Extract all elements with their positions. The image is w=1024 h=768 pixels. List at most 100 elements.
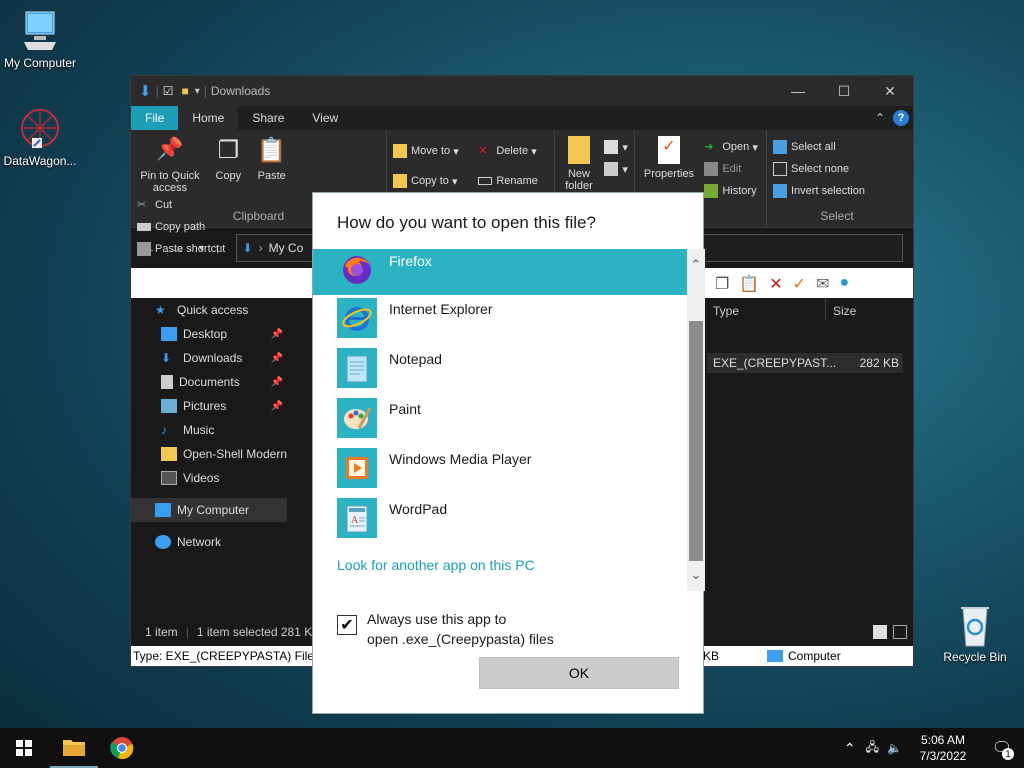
new-item-button[interactable]: ▾ [604, 136, 628, 158]
details-view-icon[interactable] [873, 625, 887, 639]
sidebar-item-documents[interactable]: Documents 📌 [131, 370, 287, 394]
file-row[interactable]: EXE_(CREEPYPAST... 282 KB [707, 353, 903, 373]
tab-share[interactable]: Share [238, 106, 298, 130]
copy-button[interactable]: ❐ Copy [210, 136, 246, 182]
star-icon: ★ [155, 303, 166, 317]
app-list-scrollbar[interactable]: ⌃ ⌄ [687, 249, 705, 591]
new-folder-button[interactable]: New folder [561, 136, 597, 192]
documents-icon [161, 375, 173, 389]
action-center-button[interactable]: 🗨 1 [980, 728, 1024, 768]
sidebar-item-quick-access[interactable]: ★ Quick access [131, 298, 287, 322]
scroll-down-icon[interactable]: ⌄ [687, 567, 705, 583]
copy-tool-icon[interactable]: ❐ [715, 274, 729, 294]
sidebar-item-pictures[interactable]: Pictures 📌 [131, 394, 287, 418]
computer-icon [155, 503, 171, 517]
sidebar-item-open-shell[interactable]: Open-Shell Modern [131, 442, 287, 466]
app-item-firefox[interactable]: Firefox [313, 249, 687, 295]
dialog-title: How do you want to open this file? [337, 213, 596, 232]
app-item-notepad[interactable]: Notepad [313, 345, 687, 395]
copy-icon: ❐ [217, 137, 240, 164]
sidebar-item-my-computer[interactable]: My Computer [131, 498, 287, 522]
select-none-icon [773, 162, 787, 176]
firefox-icon [337, 249, 377, 289]
sidebar-item-network[interactable]: Network [131, 530, 287, 554]
desktop-icon-datawagon[interactable]: DataWagon... [0, 108, 80, 168]
tab-file[interactable]: File [131, 106, 179, 130]
history-icon [704, 184, 719, 198]
select-all-button[interactable]: Select all [773, 136, 901, 158]
delete-tool-icon[interactable]: ✕ [769, 274, 782, 294]
properties-button[interactable]: ✓ Properties [641, 136, 697, 180]
invert-selection-button[interactable]: Invert selection [773, 180, 901, 202]
show-hidden-icons-chevron-icon[interactable]: ⌃ [844, 740, 856, 757]
app-list: Firefox Internet Explorer Notepad Paint … [313, 249, 687, 595]
open-icon: ➜ [704, 141, 714, 153]
pin-icon: 📌 [270, 400, 283, 412]
sidebar-item-music[interactable]: ♪ Music [131, 418, 287, 442]
history-button[interactable]: History [704, 180, 758, 202]
check-tool-icon[interactable]: ✓ [793, 274, 806, 294]
scrollbar-thumb[interactable] [689, 321, 703, 561]
desktop-icon-my-computer[interactable]: My Computer [0, 10, 80, 70]
taskbar-chrome[interactable] [98, 728, 146, 768]
help-icon[interactable]: ? [893, 110, 909, 126]
scroll-up-icon[interactable]: ⌃ [687, 257, 705, 273]
taskbar-file-explorer[interactable] [50, 728, 98, 768]
paste-shortcut-button[interactable]: Paste shortcut [137, 238, 225, 260]
sidebar-item-downloads[interactable]: ⬇ Downloads 📌 [131, 346, 287, 370]
recycle-bin-icon [961, 607, 989, 647]
app-item-wordpad[interactable]: A WordPad [313, 495, 687, 545]
select-group: Select all Select none Invert selection … [767, 130, 907, 227]
clock[interactable]: 5:06 AM 7/3/2022 [906, 732, 980, 764]
system-tray: ⌃ 🖧 🔈 5:06 AM 7/3/2022 🗨 1 [844, 728, 1024, 768]
sidebar-item-desktop[interactable]: Desktop 📌 [131, 322, 287, 346]
paste-tool-icon[interactable]: 📋 [739, 274, 759, 294]
volume-icon[interactable]: 🔈 [887, 741, 902, 755]
column-type[interactable]: Type [713, 304, 739, 318]
ok-button[interactable]: OK [479, 657, 679, 689]
pin-to-quick-access-button[interactable]: 📌 Pin to Quick access [137, 136, 203, 194]
select-none-button[interactable]: Select none [773, 158, 901, 180]
look-for-another-app-link[interactable]: Look for another app on this PC [337, 557, 535, 573]
folder-quick-icon[interactable]: ■ [181, 84, 188, 98]
large-icons-view-icon[interactable] [893, 625, 907, 639]
move-to-button[interactable]: Move to ▾ [393, 136, 475, 166]
title-bar: ⬇ | ☑ ■ ▾ | Downloads — ☐ ✕ [131, 76, 913, 106]
folder-copy-icon [393, 174, 407, 188]
windows-logo-icon [16, 740, 32, 756]
column-size[interactable]: Size [833, 304, 856, 318]
app-item-windows-media-player[interactable]: Windows Media Player [313, 445, 687, 495]
always-use-checkbox[interactable]: ✔ [337, 615, 357, 635]
file-size: 282 KB [859, 356, 899, 370]
close-button[interactable]: ✕ [867, 83, 913, 100]
app-item-internet-explorer[interactable]: Internet Explorer [313, 295, 687, 345]
folder-icon [63, 740, 85, 756]
desktop-icon-recycle-bin[interactable]: Recycle Bin [935, 602, 1015, 664]
properties-icon: ✓ [658, 136, 680, 164]
start-button[interactable] [0, 728, 48, 768]
navigation-pane: ★ Quick access Desktop 📌 ⬇ Downloads 📌 D… [131, 298, 287, 618]
envelope-tool-icon[interactable]: ✉ [816, 274, 829, 294]
pin-icon: 📌 [270, 352, 283, 364]
easy-access-button[interactable]: ▾ [604, 158, 628, 180]
customize-quick-access-icon[interactable]: ▾ [195, 86, 200, 97]
notification-badge: 1 [1002, 748, 1014, 760]
desktop-icon-label: Recycle Bin [943, 650, 1007, 664]
minimize-button[interactable]: — [775, 83, 821, 100]
always-use-label-line1: Always use this app to [367, 611, 507, 627]
network-tray-icon[interactable]: 🖧 [866, 738, 879, 759]
sidebar-item-videos[interactable]: Videos [131, 466, 287, 490]
globe-tool-icon[interactable]: ● [839, 274, 849, 294]
edit-button[interactable]: Edit [704, 158, 758, 180]
app-item-paint[interactable]: Paint [313, 395, 687, 445]
open-button[interactable]: ➜ Open ▾ [704, 136, 758, 158]
chevron-up-icon[interactable]: ⌃ [875, 111, 885, 125]
paste-button[interactable]: 📋 Paste [254, 136, 290, 182]
properties-quick-icon[interactable]: ☑ [163, 84, 174, 98]
maximize-button[interactable]: ☐ [821, 83, 867, 100]
videos-icon [161, 471, 177, 485]
chrome-icon [110, 737, 134, 760]
delete-button[interactable]: ✕ Delete ▾ [478, 136, 538, 166]
tab-view[interactable]: View [298, 106, 352, 130]
tab-home[interactable]: Home [178, 106, 239, 130]
